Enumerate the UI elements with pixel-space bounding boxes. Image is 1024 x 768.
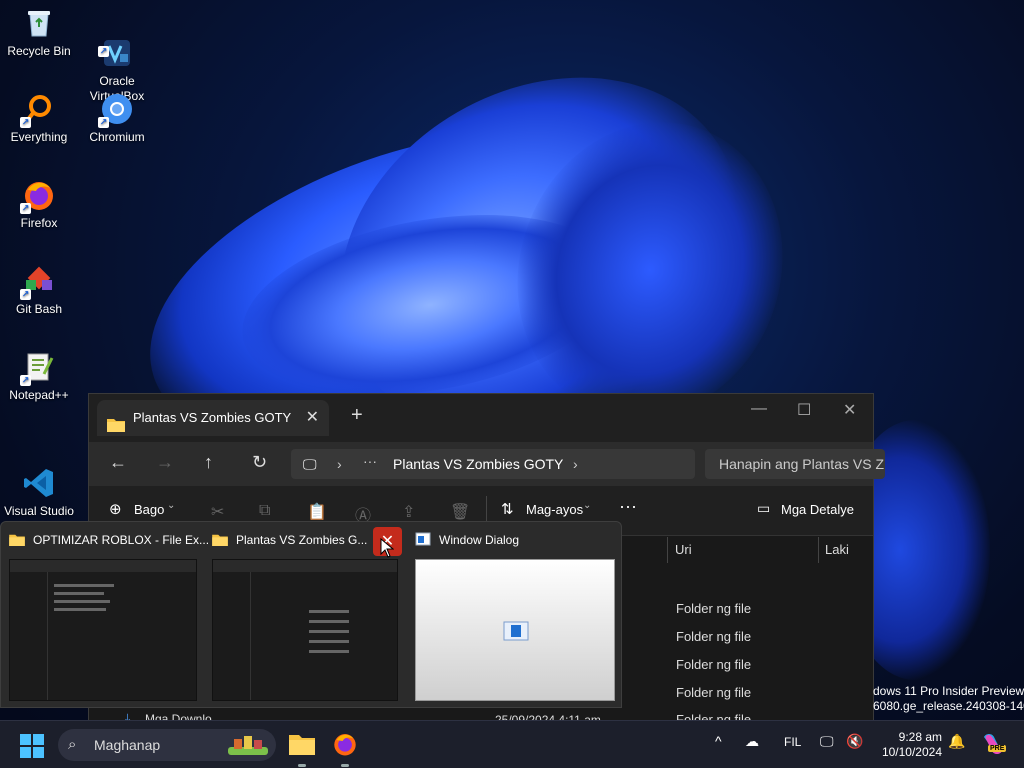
chevron-right-icon: › xyxy=(337,456,342,472)
file-type-cell: Folder ng file xyxy=(676,657,752,672)
tab-title: Plantas VS Zombies GOTY xyxy=(133,410,292,425)
start-button[interactable] xyxy=(20,734,44,763)
file-type-cell: Folder ng file xyxy=(676,629,752,644)
file-type-cell: Folder ng file xyxy=(676,685,752,700)
thumbnail-preview xyxy=(212,559,398,701)
search-field[interactable]: Hanapin ang Plantas VS Z xyxy=(705,449,885,479)
forward-button[interactable]: → xyxy=(156,452,174,473)
computer-icon: 🖵 xyxy=(303,456,317,472)
column-divider[interactable] xyxy=(818,537,819,563)
notification-bell-icon[interactable]: 🔔 xyxy=(948,733,965,750)
virtualbox-icon: ↗ xyxy=(98,21,134,66)
mouse-cursor-icon xyxy=(380,538,394,558)
shortcut-arrow-icon: ↗ xyxy=(20,117,31,128)
shortcut-arrow-icon: ↗ xyxy=(98,117,109,128)
chevron-down-icon: ⌄ xyxy=(583,500,592,511)
insider-watermark: dows 11 Pro Insider Preview 6080.ge_rele… xyxy=(873,684,1024,713)
dialog-app-icon xyxy=(503,621,529,646)
copy-icon[interactable]: ⧉ xyxy=(259,502,270,520)
desktop-icon-recycle-bin[interactable]: Recycle Bin xyxy=(0,6,78,59)
more-options-button[interactable]: ··· xyxy=(619,496,637,517)
new-button[interactable]: Bago xyxy=(134,502,164,517)
desktop-icon-notepad-plus-plus[interactable]: ↗ Notepad++ xyxy=(0,350,78,403)
git-bash-icon: ↗ xyxy=(20,264,56,300)
divider xyxy=(486,496,487,524)
new-tab-button[interactable]: + xyxy=(351,404,363,427)
column-header-type[interactable]: Uri xyxy=(675,542,692,557)
taskbar-thumbnail-flyout: OPTIMIZAR ROBLOX - File Ex... Plantas VS… xyxy=(0,521,622,708)
tab-plantas-vs-zombies[interactable]: Plantas VS Zombies GOTY ✕ xyxy=(97,400,329,436)
thumbnail-title: Plantas VS Zombies G... xyxy=(212,530,367,550)
chevron-up-icon[interactable]: ^ xyxy=(715,733,722,749)
column-divider[interactable] xyxy=(667,537,668,563)
thumbnail-window-dialog[interactable]: Window Dialog xyxy=(407,522,621,709)
explorer-titlebar[interactable]: Plantas VS Zombies GOTY ✕ + — ☐ ✕ xyxy=(89,394,873,442)
taskbar-search-box[interactable]: ⌕ Maghanap xyxy=(58,729,276,761)
details-button[interactable]: Mga Detalye xyxy=(781,502,854,517)
chromium-icon: ↗ xyxy=(98,92,134,128)
taskbar: ⌕ Maghanap ^ ☁ FIL 🖵 🔇 9:28 am 10/10/202… xyxy=(0,720,1024,768)
vscode-icon xyxy=(22,451,56,497)
sort-icon: ⇅ xyxy=(501,501,514,518)
column-header-size[interactable]: Laki xyxy=(825,542,849,557)
everything-icon: ↗ xyxy=(20,92,56,128)
running-indicator xyxy=(298,764,306,767)
thumbnail-preview xyxy=(415,559,615,701)
breadcrumb-current[interactable]: Plantas VS Zombies GOTY xyxy=(393,449,563,479)
new-plus-icon: ⊕ xyxy=(109,501,122,518)
copilot-button[interactable]: PRE xyxy=(980,731,1007,762)
tab-close-icon[interactable]: ✕ xyxy=(306,400,319,436)
delete-icon[interactable]: 🗑 xyxy=(450,502,470,522)
sort-button[interactable]: Mag-ayos xyxy=(526,502,583,517)
shortcut-arrow-icon: ↗ xyxy=(20,289,31,300)
minimize-button[interactable]: — xyxy=(751,400,767,418)
details-pane-icon: ▭ xyxy=(757,500,771,516)
chevron-down-icon: ⌄ xyxy=(167,500,176,511)
cut-icon[interactable]: ✂ xyxy=(211,502,224,522)
share-icon[interactable]: ⇪ xyxy=(402,502,415,522)
shortcut-arrow-icon: ↗ xyxy=(98,46,109,57)
search-icon: ⌕ xyxy=(68,736,77,753)
onedrive-offline-icon[interactable]: ☁ xyxy=(745,733,759,750)
chevron-right-icon[interactable]: › xyxy=(573,449,578,479)
running-indicator xyxy=(341,764,349,767)
folder-icon xyxy=(107,410,125,446)
maximize-button[interactable]: ☐ xyxy=(797,400,811,420)
folder-icon xyxy=(9,532,25,552)
thumbnail-title: OPTIMIZAR ROBLOX - File Ex... xyxy=(9,530,209,550)
recycle-bin-icon xyxy=(22,6,56,40)
desktop-icon-firefox[interactable]: ↗ Firefox xyxy=(0,178,78,231)
volume-muted-icon[interactable]: 🔇 xyxy=(846,733,863,750)
shortcut-arrow-icon: ↗ xyxy=(20,203,31,214)
thumbnail-preview xyxy=(9,559,197,701)
firefox-taskbar-button[interactable] xyxy=(332,731,358,762)
network-icon[interactable]: 🖵 xyxy=(820,733,834,750)
language-indicator[interactable]: FIL xyxy=(784,735,801,749)
notepad-plus-plus-icon: ↗ xyxy=(20,350,56,386)
desktop-icon-everything[interactable]: ↗ Everything xyxy=(0,92,78,145)
back-button[interactable]: ← xyxy=(109,452,127,473)
more-breadcrumbs-button[interactable]: ··· xyxy=(363,446,377,476)
paste-icon[interactable]: 📋 xyxy=(307,502,327,522)
window-dialog-icon xyxy=(415,532,431,552)
clock[interactable]: 9:28 am 10/10/2024 xyxy=(874,730,942,760)
shortcut-arrow-icon: ↗ xyxy=(20,375,31,386)
close-window-button[interactable]: ✕ xyxy=(843,400,856,420)
desktop-icon-git-bash[interactable]: ↗ Git Bash xyxy=(0,264,78,317)
firefox-icon: ↗ xyxy=(20,178,56,214)
explorer-navbar: ← → ↑ ↻ 🖵 › ··· Plantas VS Zombies GOTY … xyxy=(89,442,885,486)
copilot-badge: PRE xyxy=(988,745,1007,752)
desktop-icon-chromium[interactable]: ↗ Chromium xyxy=(78,92,156,145)
folder-icon xyxy=(212,532,228,552)
refresh-button[interactable]: ↻ xyxy=(252,452,267,473)
file-explorer-taskbar-button[interactable] xyxy=(288,731,316,762)
up-button[interactable]: ↑ xyxy=(204,452,213,473)
search-highlight-icon xyxy=(226,733,270,768)
thumbnail-title: Window Dialog xyxy=(415,530,519,550)
thumbnail-optimizar-roblox[interactable]: OPTIMIZAR ROBLOX - File Ex... xyxy=(1,522,209,709)
address-bar[interactable]: 🖵 › ··· Plantas VS Zombies GOTY › xyxy=(291,449,695,479)
file-type-cell: Folder ng file xyxy=(676,601,752,616)
